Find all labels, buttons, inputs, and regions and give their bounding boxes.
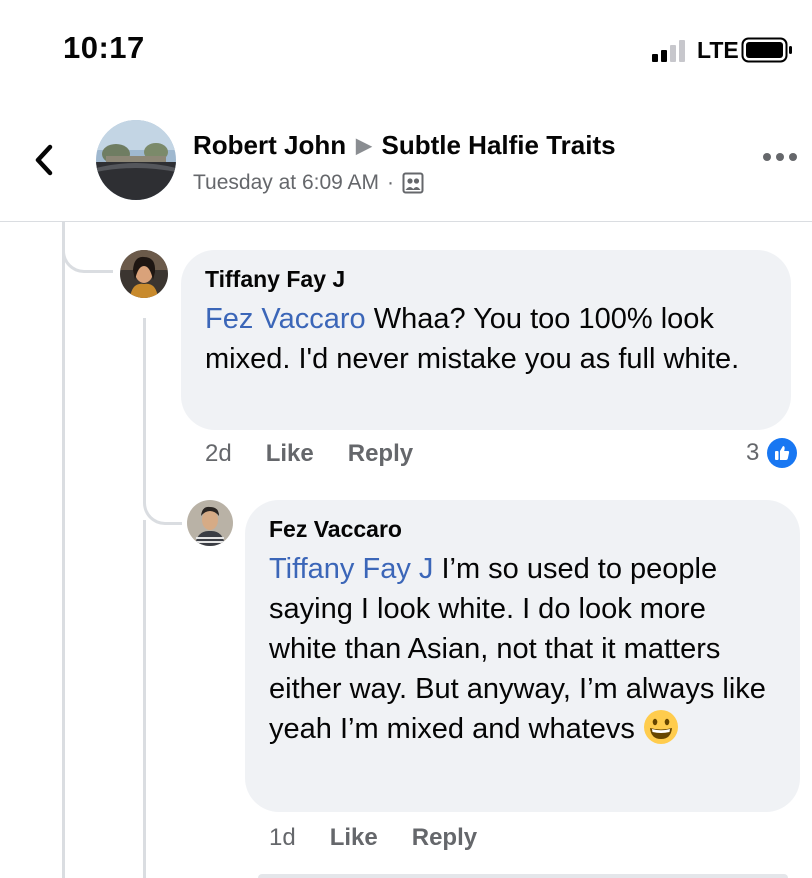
battery-icon [741,37,792,63]
reply-button[interactable]: Reply [348,440,413,468]
post-title: Robert John ▶ Subtle Halfie Traits [193,130,616,161]
thread-connector [62,222,113,273]
post-meta: Tuesday at 6:09 AM · [193,171,424,195]
group-privacy-icon [402,172,424,194]
reply-mention[interactable]: Tiffany Fay J [269,553,433,585]
comment-actions: 2d Like Reply [205,440,413,468]
comment-mention[interactable]: Fez Vaccaro [205,303,366,335]
more-options-icon[interactable] [762,150,798,164]
like-reaction-icon [767,438,798,468]
grinning-face-icon [643,710,678,745]
comment-age[interactable]: 2d [205,440,232,468]
comment-author[interactable]: Tiffany Fay J [205,266,767,293]
reaction-summary[interactable]: 3 [746,438,798,468]
reply-thread-connector [143,460,182,525]
header-divider [0,221,812,222]
post-author-name[interactable]: Robert John [193,130,346,160]
thread-line [62,222,65,878]
reply-age[interactable]: 1d [269,824,296,852]
meta-separator: · [387,171,394,194]
group-name[interactable]: Subtle Halfie Traits [382,130,616,160]
back-arrow-icon[interactable] [30,140,60,180]
reply-author[interactable]: Fez Vaccaro [269,516,776,543]
reply-text: Tiffany Fay J I’m so used to people sayi… [269,549,776,749]
commenter-avatar[interactable] [120,250,168,298]
like-button[interactable]: Like [266,440,314,468]
comment-bubble: Tiffany Fay J Fez Vaccaro Whaa? You too … [181,250,791,430]
status-time: 10:17 [63,30,145,65]
triangle-right-icon: ▶ [356,135,372,157]
reply-like-button[interactable]: Like [330,824,378,852]
comment-text: Fez Vaccaro Whaa? You too 100% look mixe… [205,299,767,379]
reply-thread-line-lower [143,520,146,878]
signal-strength-icon [652,40,685,62]
next-comment-edge [258,874,788,878]
post-timestamp[interactable]: Tuesday at 6:09 AM [193,171,379,195]
reply-author-avatar[interactable] [187,500,233,546]
reply-bubble: Fez Vaccaro Tiffany Fay J I’m so used to… [245,500,800,812]
reply-reply-button[interactable]: Reply [412,824,477,852]
reply-actions: 1d Like Reply [269,824,477,852]
network-type: LTE [697,37,739,63]
reaction-count: 3 [746,439,760,466]
post-author-avatar[interactable] [96,120,176,200]
